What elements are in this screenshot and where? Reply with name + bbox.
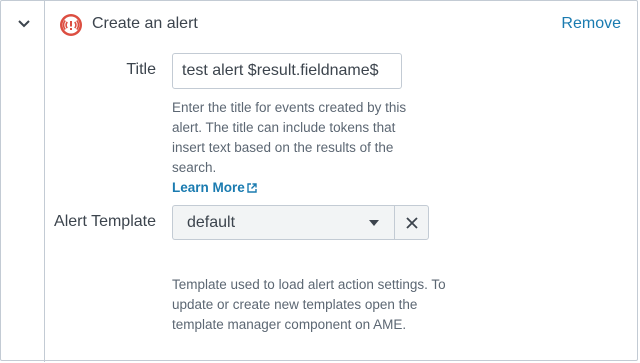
remove-button[interactable]: Remove: [561, 15, 621, 33]
title-label: Title: [126, 61, 156, 78]
alert-siren-icon: [60, 14, 82, 36]
collapse-button[interactable]: [15, 15, 33, 33]
clear-template-button[interactable]: [394, 205, 429, 240]
learn-more-label: Learn More: [172, 180, 245, 195]
panel-title: Create an alert: [92, 15, 198, 32]
template-select-value: default: [187, 214, 236, 231]
chevron-down-icon: [18, 20, 30, 28]
external-link-icon: [247, 183, 257, 193]
title-input[interactable]: [172, 53, 402, 89]
caret-down-icon: [369, 220, 379, 226]
close-icon: [405, 216, 418, 229]
template-select[interactable]: default: [172, 205, 395, 240]
title-help-body: Enter the title for events created by th…: [172, 100, 407, 175]
title-help-text: Enter the title for events created by th…: [172, 98, 417, 198]
alert-action-panel: Create an alert Remove Title Enter the t…: [0, 0, 638, 362]
learn-more-link[interactable]: Learn More: [172, 178, 257, 198]
panel-gutter: [1, 1, 45, 362]
template-label: Alert Template: [54, 213, 156, 230]
template-help-text: Template used to load alert action setti…: [172, 277, 446, 332]
